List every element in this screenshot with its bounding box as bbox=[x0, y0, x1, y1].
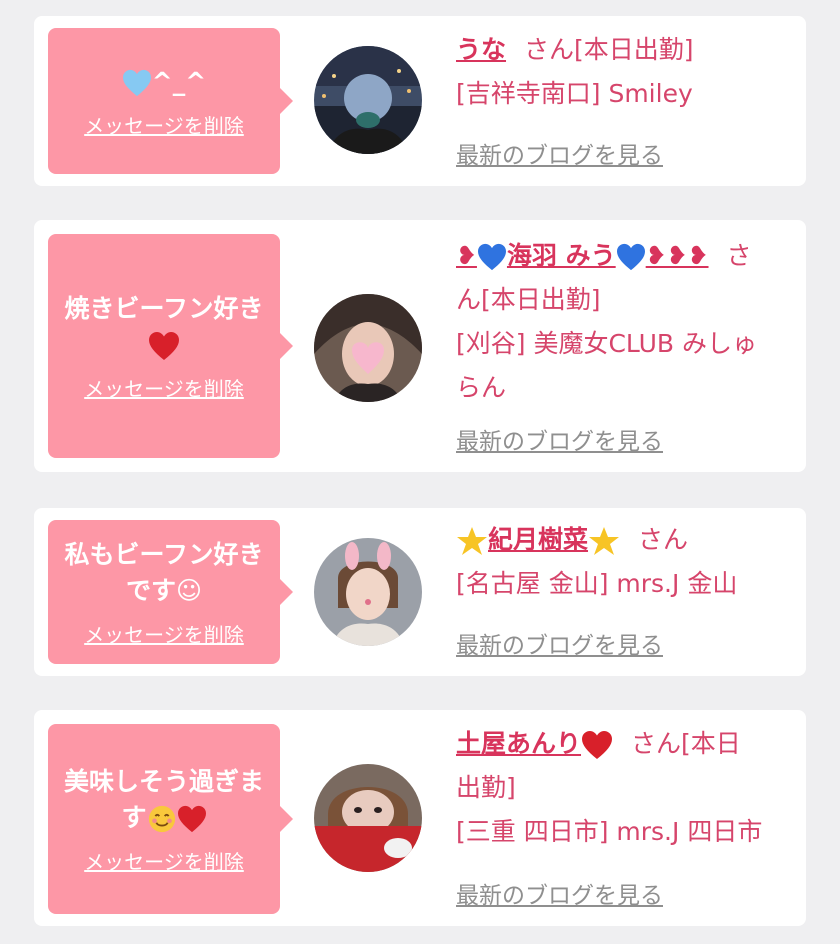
shop-name: [三重 四日市] mrs.J 四日市 bbox=[456, 817, 763, 846]
message-bubble: 美味しそう過ぎます メッセージを削除 bbox=[48, 724, 293, 914]
girl-name-link[interactable]: ❥ 海羽 みう ❥❥❥ bbox=[456, 241, 709, 271]
status-text: 出勤] bbox=[456, 773, 516, 802]
status-text: [本日出勤] bbox=[481, 285, 601, 314]
message-card: 私もビーフン好き です☺ メッセージを削除 紀月樹菜 さん [名古屋 金山] mrs… bbox=[34, 508, 806, 676]
message-text: 私もビーフン好き です☺ bbox=[64, 539, 264, 605]
honorific: ん bbox=[456, 285, 482, 314]
girl-info: ❥ 海羽 みう ❥❥❥ さ ん[本日出勤] [刈谷] 美魔女CLUB みしゅ らん bbox=[456, 234, 792, 410]
message-card: 焼きビーフン好き メッセージを削除 ❥ 海羽 みう ❥❥❥ さ ん[本日出勤] [刈谷… bbox=[34, 220, 806, 472]
delete-message-link[interactable]: メッセージを削除 bbox=[84, 846, 244, 875]
shop-name: [刈谷] 美魔女CLUB みしゅ bbox=[456, 329, 757, 358]
glowing-star-icon bbox=[589, 527, 620, 555]
message-bubble: 焼きビーフン好き メッセージを削除 bbox=[48, 234, 293, 458]
status-text: [本日出勤] bbox=[574, 35, 694, 64]
smiling-face-with-hearts-icon bbox=[148, 805, 175, 832]
latest-blog-link[interactable]: 最新のブログを見る bbox=[456, 136, 663, 170]
girl-info: うな さん[本日出勤] [吉祥寺南口] Smiley bbox=[456, 28, 792, 116]
message-text: ^_^ bbox=[122, 64, 206, 100]
message-card: ^_^ メッセージを削除 うな さん[本日出勤] [吉祥寺南口] Smiley 最… bbox=[34, 16, 806, 186]
glowing-star-icon bbox=[457, 527, 487, 555]
avatar[interactable] bbox=[314, 294, 422, 402]
blue-heart-icon bbox=[477, 243, 506, 271]
shop-name: [名古屋 金山] mrs.J 金山 bbox=[456, 569, 738, 598]
message-bubble: ^_^ メッセージを削除 bbox=[48, 28, 293, 174]
girl-info: 土屋あんり さん[本日 出勤] [三重 四日市] mrs.J 四日市 bbox=[456, 722, 792, 854]
avatar[interactable] bbox=[314, 46, 422, 154]
latest-blog-link[interactable]: 最新のブログを見る bbox=[456, 422, 663, 456]
girl-name-link[interactable]: 紀月樹菜 bbox=[456, 525, 620, 555]
status-text: [本日 bbox=[681, 729, 741, 758]
message-text: 美味しそう過ぎます bbox=[63, 766, 264, 832]
honorific: さん bbox=[524, 35, 575, 64]
red-heart-icon bbox=[148, 331, 179, 360]
message-text: 焼きビーフン好き bbox=[64, 291, 264, 363]
girl-name-link[interactable]: 土屋あんり bbox=[456, 729, 613, 759]
message-bubble: 私もビーフン好き です☺ メッセージを削除 bbox=[48, 520, 293, 664]
blue-heart-icon bbox=[616, 243, 645, 271]
shop-name: [吉祥寺南口] Smiley bbox=[456, 79, 693, 108]
avatar[interactable] bbox=[314, 538, 422, 646]
light-blue-heart-icon bbox=[122, 69, 151, 96]
message-card: 美味しそう過ぎます メッセージを削除 土屋あんり さん[本日 出勤] [三重 四日… bbox=[34, 710, 806, 926]
red-heart-icon bbox=[582, 731, 613, 759]
honorific: さ bbox=[726, 241, 752, 270]
delete-message-link[interactable]: メッセージを削除 bbox=[84, 110, 244, 139]
avatar[interactable] bbox=[314, 764, 422, 872]
girl-name-link[interactable]: うな bbox=[456, 35, 506, 64]
red-heart-icon bbox=[177, 805, 206, 832]
latest-blog-link[interactable]: 最新のブログを見る bbox=[456, 876, 663, 910]
girl-info: 紀月樹菜 さん [名古屋 金山] mrs.J 金山 bbox=[456, 518, 792, 606]
latest-blog-link[interactable]: 最新のブログを見る bbox=[456, 626, 663, 660]
delete-message-link[interactable]: メッセージを削除 bbox=[84, 619, 244, 648]
honorific: さん bbox=[631, 729, 682, 758]
honorific: さん bbox=[638, 525, 689, 554]
shop-name: らん bbox=[456, 373, 507, 402]
delete-message-link[interactable]: メッセージを削除 bbox=[84, 373, 244, 402]
